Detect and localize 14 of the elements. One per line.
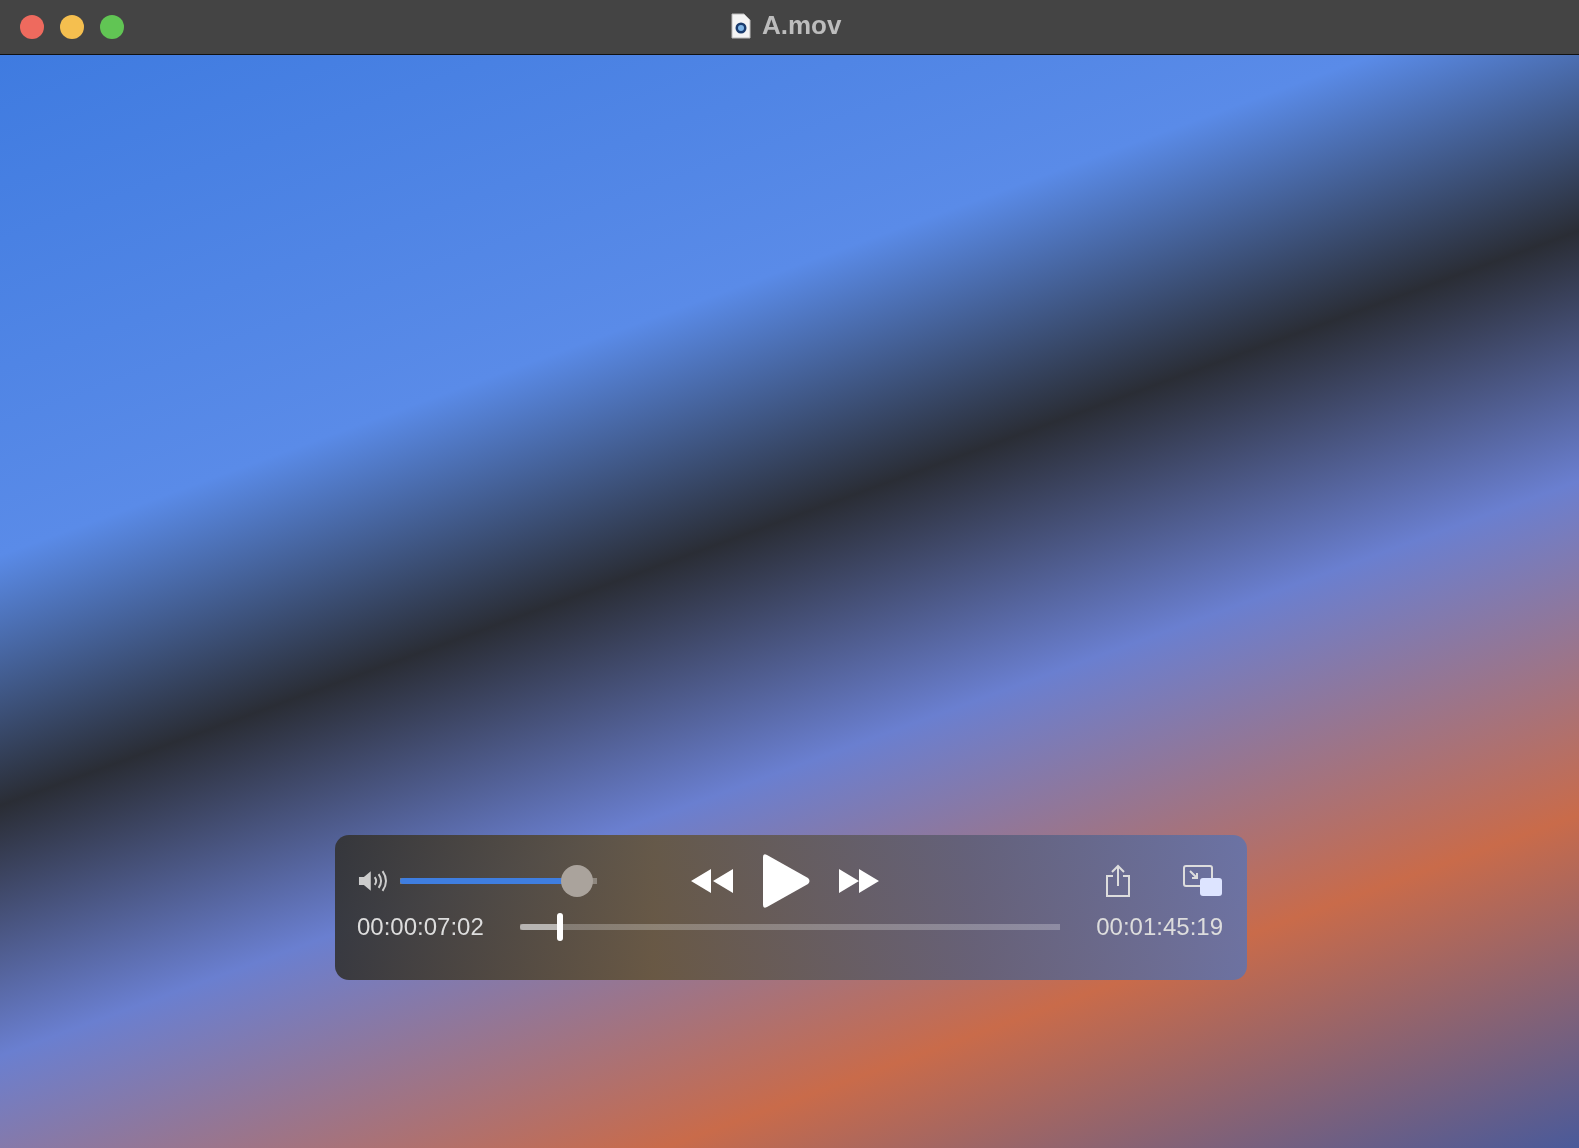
playhead[interactable] (557, 913, 564, 941)
rewind-icon[interactable] (691, 868, 735, 894)
remaining-time: 00:01:45:19 (1096, 913, 1223, 941)
share-icon[interactable] (1103, 864, 1133, 898)
play-icon[interactable] (761, 853, 811, 909)
close-button[interactable] (20, 15, 44, 39)
window-title: A.mov (762, 10, 842, 41)
fast-forward-icon[interactable] (837, 868, 881, 894)
zoom-button[interactable] (100, 15, 124, 39)
elapsed-time: 00:00:07:02 (357, 913, 484, 941)
movie-file-icon (730, 12, 752, 39)
picture-in-picture-icon[interactable] (1183, 865, 1223, 897)
minimize-button[interactable] (60, 15, 84, 39)
volume-thumb[interactable] (561, 865, 594, 897)
